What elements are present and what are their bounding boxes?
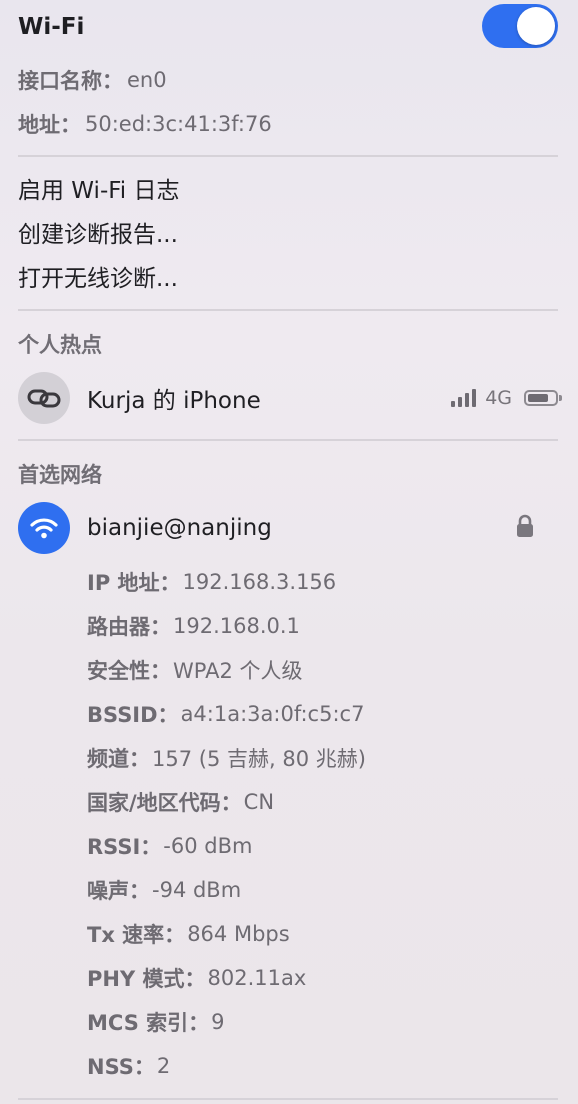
- detail-label: 安全性：: [87, 659, 171, 683]
- preferred-section-header: 首选网络: [18, 458, 558, 490]
- divider: [18, 1098, 558, 1100]
- address-value: 50:ed:3c:41:3f:76: [85, 112, 272, 136]
- hotspot-status: 4G: [451, 387, 562, 409]
- detail-label: 噪声：: [87, 879, 150, 903]
- link-icon-glyph: [27, 389, 61, 408]
- interface-name-value: en0: [127, 68, 167, 92]
- detail-value: CN: [243, 790, 275, 814]
- cellular-type: 4G: [485, 387, 512, 409]
- detail-row: 国家/地区代码： CN: [87, 786, 558, 818]
- detail-label: IP 地址：: [87, 571, 181, 595]
- detail-label: Tx 速率：: [87, 923, 186, 947]
- lock-icon: [516, 514, 534, 542]
- detail-row: 噪声： -94 dBm: [87, 874, 558, 906]
- address-row: 地址： 50:ed:3c:41:3f:76: [18, 108, 558, 140]
- detail-row: 安全性： WPA2 个人级: [87, 654, 558, 686]
- hotspot-device-name: Kurja 的 iPhone: [87, 388, 261, 414]
- detail-value: -60 dBm: [163, 834, 253, 858]
- enable-wifi-log-item[interactable]: 启用 Wi-Fi 日志: [18, 170, 558, 206]
- menu-title-row: Wi-Fi: [18, 8, 558, 46]
- toggle-knob: [517, 7, 555, 45]
- detail-value: WPA2 个人级: [173, 659, 303, 683]
- battery-fill: [528, 394, 548, 402]
- detail-value: 9: [211, 1010, 225, 1034]
- wifi-menu: Wi-Fi 接口名称： en0 地址： 50:ed:3c:41:3f:76 启用…: [0, 0, 578, 1104]
- hotspot-section-title: 个人热点: [18, 333, 102, 357]
- hotspot-network-item[interactable]: Kurja 的 iPhone 4G: [18, 370, 562, 426]
- open-wireless-diagnostics-item[interactable]: 打开无线诊断...: [18, 258, 558, 294]
- preferred-section-title: 首选网络: [18, 463, 102, 487]
- detail-value: a4:1a:3a:0f:c5:c7: [180, 702, 365, 726]
- detail-value: -94 dBm: [152, 878, 242, 902]
- preferred-network-item[interactable]: bianjie@nanjing: [18, 500, 558, 556]
- create-diagnostic-report-item[interactable]: 创建诊断报告...: [18, 214, 558, 250]
- preferred-network-name: bianjie@nanjing: [87, 515, 272, 541]
- link-icon: [18, 372, 70, 424]
- detail-row: RSSI： -60 dBm: [87, 830, 558, 862]
- detail-label: MCS 索引：: [87, 1011, 210, 1035]
- detail-value: 192.168.3.156: [182, 570, 337, 594]
- divider: [18, 309, 558, 311]
- detail-row: 路由器： 192.168.0.1: [87, 610, 558, 642]
- detail-row: IP 地址： 192.168.3.156: [87, 566, 558, 598]
- detail-row: MCS 索引： 9: [87, 1006, 558, 1038]
- detail-label: PHY 模式：: [87, 967, 206, 991]
- divider: [18, 155, 558, 157]
- detail-label: BSSID：: [87, 703, 179, 727]
- interface-name-row: 接口名称： en0: [18, 64, 558, 96]
- detail-label: 国家/地区代码：: [87, 791, 242, 815]
- open-wireless-diagnostics-label: 打开无线诊断...: [18, 266, 178, 292]
- detail-value: 864 Mbps: [187, 922, 290, 946]
- detail-row: 频道： 157 (5 吉赫, 80 兆赫): [87, 742, 558, 774]
- detail-value: 2: [156, 1054, 171, 1078]
- detail-label: 频道：: [87, 747, 150, 771]
- detail-label: 路由器：: [87, 615, 171, 639]
- battery-icon: [524, 390, 562, 406]
- divider: [18, 439, 558, 441]
- wifi-icon-glyph: [30, 518, 58, 539]
- menu-title: Wi-Fi: [18, 14, 85, 40]
- address-label: 地址：: [18, 113, 81, 137]
- wifi-toggle[interactable]: [482, 4, 558, 48]
- create-diagnostic-report-label: 创建诊断报告...: [18, 222, 178, 248]
- interface-name-label: 接口名称：: [18, 69, 123, 93]
- wifi-icon: [18, 502, 70, 554]
- detail-row: Tx 速率： 864 Mbps: [87, 918, 558, 950]
- detail-value: 192.168.0.1: [173, 614, 300, 638]
- detail-label: NSS：: [87, 1055, 155, 1079]
- detail-row: PHY 模式： 802.11ax: [87, 962, 558, 994]
- hotspot-section-header: 个人热点: [18, 328, 558, 360]
- cellular-signal-icon: [451, 389, 477, 407]
- detail-row: NSS： 2: [87, 1050, 558, 1082]
- detail-value: 157 (5 吉赫, 80 兆赫): [152, 747, 366, 771]
- detail-row: BSSID： a4:1a:3a:0f:c5:c7: [87, 698, 558, 730]
- detail-label: RSSI：: [87, 835, 162, 859]
- enable-wifi-log-label: 启用 Wi-Fi 日志: [18, 178, 180, 204]
- detail-value: 802.11ax: [207, 966, 307, 990]
